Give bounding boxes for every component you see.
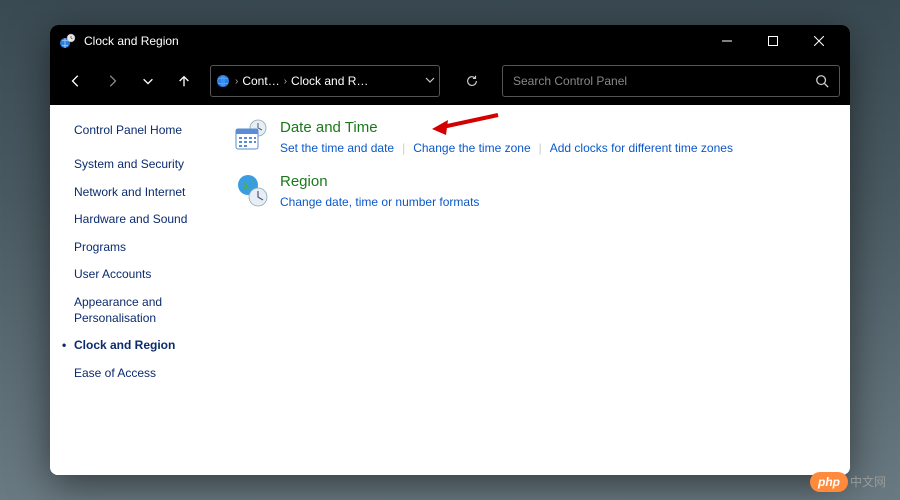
sidebar-item-appearance[interactable]: Appearance and Personalisation (74, 295, 222, 326)
category-links: Set the time and date | Change the time … (280, 141, 830, 155)
address-bar[interactable]: › Cont… › Clock and R… (210, 65, 440, 97)
sidebar-item-ease-of-access[interactable]: Ease of Access (74, 366, 222, 382)
sidebar-item-user-accounts[interactable]: User Accounts (74, 267, 222, 283)
content-area: Control Panel Home System and Security N… (50, 105, 850, 475)
search-input[interactable] (513, 74, 815, 88)
sidebar-item-system-security[interactable]: System and Security (74, 157, 222, 173)
control-panel-window: Clock and Region (50, 25, 850, 475)
refresh-button[interactable] (452, 65, 492, 97)
titlebar: Clock and Region (50, 25, 850, 57)
main-panel: Date and Time Set the time and date | Ch… (230, 105, 850, 475)
sidebar: Control Panel Home System and Security N… (50, 105, 230, 475)
sidebar-item-programs[interactable]: Programs (74, 240, 222, 256)
control-panel-home-link[interactable]: Control Panel Home (74, 123, 222, 137)
close-button[interactable] (796, 25, 842, 57)
navbar: › Cont… › Clock and R… (50, 57, 850, 105)
link-change-formats[interactable]: Change date, time or number formats (280, 195, 479, 209)
chevron-right-icon: › (235, 76, 238, 87)
watermark: php中文网 (810, 473, 886, 490)
link-change-time-zone[interactable]: Change the time zone (413, 141, 530, 155)
category-title-region[interactable]: Region (280, 173, 328, 190)
category-title-date-time[interactable]: Date and Time (280, 119, 378, 136)
sidebar-item-clock-region[interactable]: Clock and Region (74, 338, 222, 354)
category-links: Change date, time or number formats (280, 195, 830, 209)
watermark-badge: php (810, 472, 848, 492)
breadcrumb-seg[interactable]: Clock and R… (291, 74, 368, 88)
search-box[interactable] (502, 65, 840, 97)
region-icon (234, 173, 268, 207)
category-date-time: Date and Time Set the time and date | Ch… (234, 119, 830, 155)
date-time-icon (234, 119, 268, 153)
sidebar-item-network-internet[interactable]: Network and Internet (74, 185, 222, 201)
chevron-right-icon: › (284, 76, 287, 87)
maximize-button[interactable] (750, 25, 796, 57)
back-button[interactable] (60, 65, 92, 97)
category-region: Region Change date, time or number forma… (234, 173, 830, 209)
watermark-text: 中文网 (850, 475, 886, 489)
sidebar-item-hardware-sound[interactable]: Hardware and Sound (74, 212, 222, 228)
link-add-clocks[interactable]: Add clocks for different time zones (550, 141, 733, 155)
clock-region-icon (60, 33, 76, 49)
breadcrumb-seg[interactable]: Cont… (242, 74, 279, 88)
address-dropdown-button[interactable] (425, 74, 435, 88)
minimize-button[interactable] (704, 25, 750, 57)
control-panel-icon (215, 73, 231, 89)
forward-button[interactable] (96, 65, 128, 97)
link-set-time-date[interactable]: Set the time and date (280, 141, 394, 155)
recent-locations-button[interactable] (132, 65, 164, 97)
up-button[interactable] (168, 65, 200, 97)
search-icon (815, 74, 829, 88)
window-title: Clock and Region (84, 34, 179, 48)
